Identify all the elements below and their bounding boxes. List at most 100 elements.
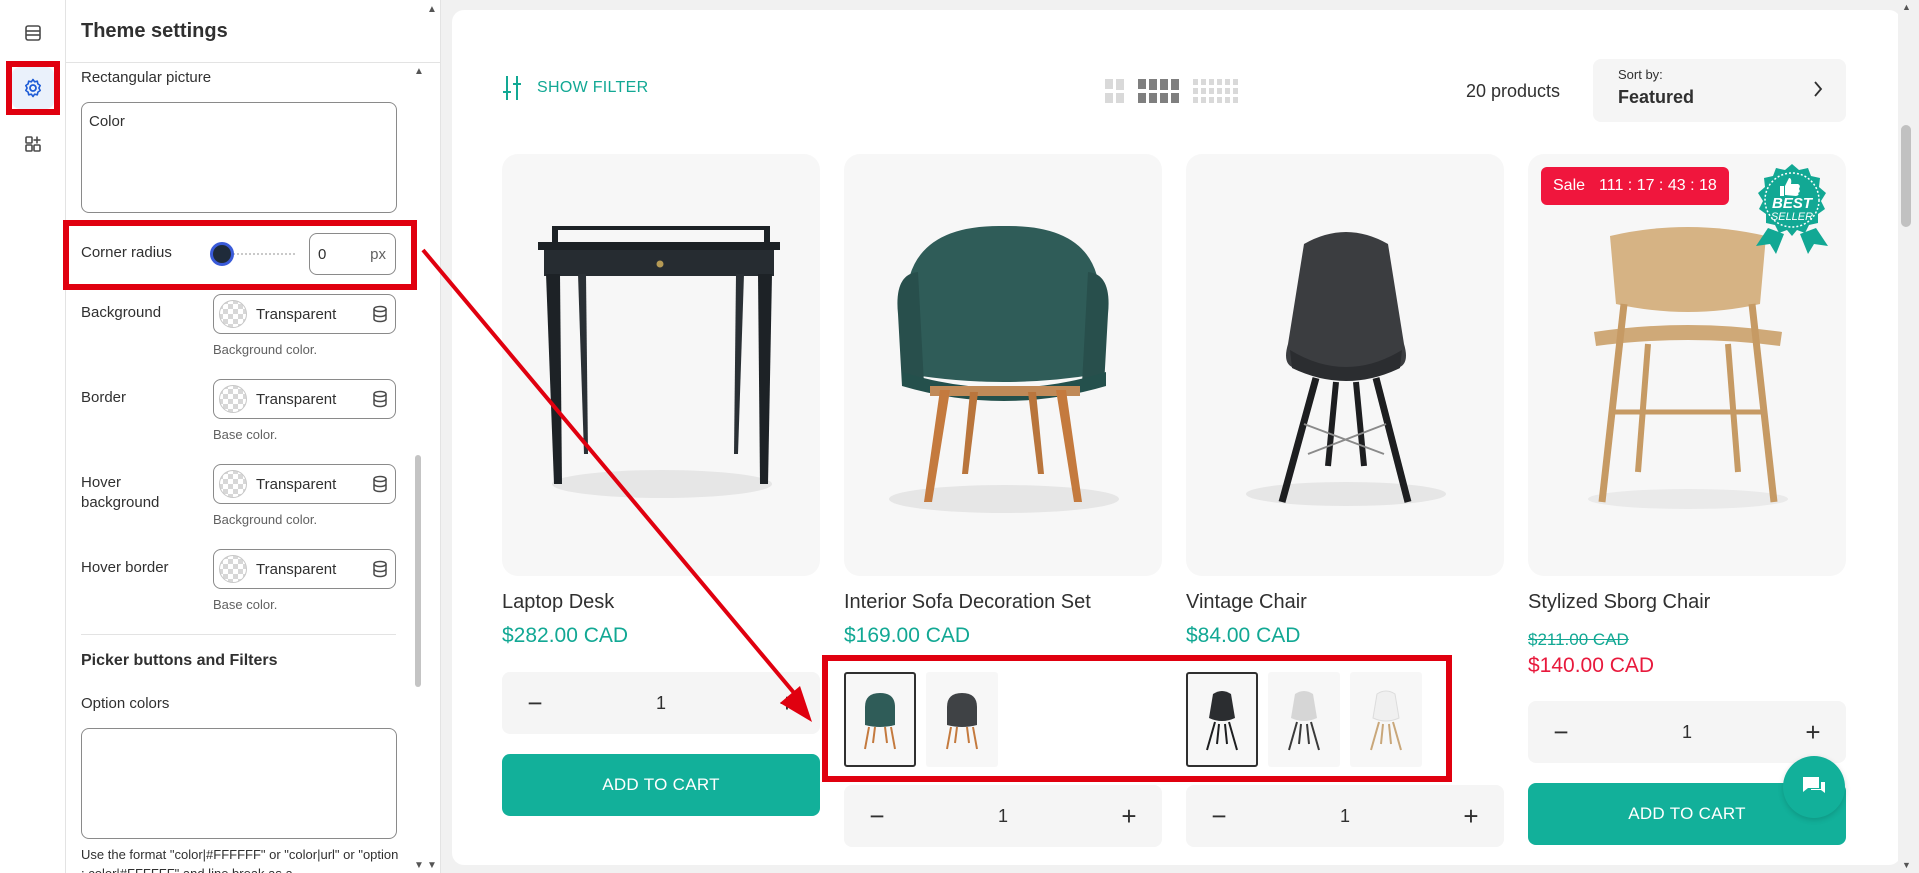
border-help: Base color. [213, 427, 278, 442]
panel-scroll-down-arrow[interactable]: ▼ [427, 860, 437, 871]
product-sale-price: $140.00 CAD [1528, 654, 1655, 677]
hover-border-color-picker[interactable]: Transparent [213, 549, 396, 589]
product-image[interactable] [502, 154, 820, 576]
corner-radius-label: Corner radius [81, 244, 172, 261]
grid-6-columns-icon[interactable] [1193, 79, 1238, 103]
show-filter-label: SHOW FILTER [537, 79, 649, 96]
svg-text:BEST: BEST [1772, 195, 1814, 212]
sections-icon[interactable] [12, 12, 54, 54]
chat-button[interactable] [1783, 756, 1845, 818]
page-title: Theme settings [81, 20, 228, 42]
product-title[interactable]: Vintage Chair [1186, 591, 1307, 614]
product-price: $282.00 CAD [502, 624, 629, 647]
database-icon[interactable] [365, 475, 395, 493]
database-icon[interactable] [365, 390, 395, 408]
sort-dropdown[interactable]: Sort by: Featured [1593, 59, 1846, 122]
hover-background-label: Hover background [81, 474, 160, 511]
quantity-stepper: − 1 + [1528, 701, 1846, 763]
corner-radius-slider-handle[interactable] [210, 242, 234, 266]
section-title: Picker buttons and Filters [81, 652, 278, 669]
plus-icon[interactable]: + [1458, 803, 1484, 829]
background-color-picker[interactable]: Transparent [213, 294, 396, 334]
transparent-swatch-icon [219, 470, 247, 498]
minus-icon[interactable]: − [522, 690, 548, 716]
product-image[interactable]: Sale 111 : 17 : 43 : 18 BEST SELLER [1528, 154, 1846, 576]
minus-icon[interactable]: − [1548, 719, 1574, 745]
variant-swatch-green[interactable] [844, 672, 916, 767]
corner-radius-value: 0 [318, 245, 327, 263]
rect-picture-textarea[interactable]: Color [81, 102, 397, 213]
variant-swatch-white[interactable] [1350, 672, 1422, 767]
quantity-value[interactable]: 1 [998, 806, 1008, 827]
grid-4-columns-icon[interactable] [1138, 79, 1179, 103]
product-card: Vintage Chair $84.00 CAD − 1 + [1186, 154, 1504, 847]
minus-icon[interactable]: − [864, 803, 890, 829]
inner-scrollbar-thumb[interactable] [415, 455, 421, 687]
transparent-swatch-icon [219, 300, 247, 328]
option-colors-help: Use the format "color|#FFFFFF" or "color… [81, 847, 399, 873]
variant-swatch-grey[interactable] [1268, 672, 1340, 767]
product-count: 20 products [1466, 81, 1561, 101]
header-divider [66, 62, 440, 63]
page-scrollbar-thumb[interactable] [1901, 125, 1911, 227]
filter-sliders-icon [503, 76, 521, 100]
grid-2-columns-icon[interactable] [1105, 79, 1124, 103]
sale-badge: Sale 111 : 17 : 43 : 18 [1541, 167, 1729, 205]
border-label: Border [81, 389, 127, 406]
inner-scroll-down-arrow[interactable]: ▼ [414, 860, 424, 871]
plus-icon[interactable]: + [1116, 803, 1142, 829]
vintage-chair-image [1246, 232, 1446, 506]
border-color-picker[interactable]: Transparent [213, 379, 396, 419]
svg-text:SELLER: SELLER [1771, 211, 1813, 223]
background-label: Background [81, 304, 162, 321]
quantity-value[interactable]: 1 [1340, 806, 1350, 827]
sort-value: Featured [1618, 87, 1695, 107]
quantity-stepper: − 1 + [844, 785, 1162, 847]
corner-radius-unit: px [370, 245, 386, 263]
section-divider [81, 634, 396, 635]
armchair-image [889, 225, 1119, 513]
sort-label: Sort by: [1618, 67, 1663, 82]
hover-background-value: Transparent [256, 475, 337, 493]
quantity-value[interactable]: 1 [656, 693, 666, 714]
hover-background-help: Background color. [213, 512, 318, 527]
chat-bubble-icon [1803, 777, 1825, 793]
product-price: $84.00 CAD [1186, 624, 1301, 647]
minus-icon[interactable]: − [1206, 803, 1232, 829]
page-scroll-down-arrow[interactable]: ▼ [1902, 860, 1911, 870]
rect-picture-label: Rectangular picture [81, 69, 212, 86]
hover-border-value: Transparent [256, 560, 337, 578]
database-icon[interactable] [365, 560, 395, 578]
inner-scroll-up-arrow[interactable]: ▲ [414, 66, 424, 77]
product-image[interactable] [1186, 154, 1504, 576]
hover-border-label: Hover border [81, 559, 169, 576]
quantity-value[interactable]: 1 [1682, 722, 1692, 743]
page-scroll-up-arrow[interactable]: ▲ [1902, 2, 1911, 12]
best-seller-badge-icon: BEST SELLER [1756, 164, 1828, 254]
panel-scroll-up-arrow[interactable]: ▲ [427, 4, 437, 15]
plus-icon[interactable]: + [774, 690, 800, 716]
plus-icon[interactable]: + [1800, 719, 1826, 745]
product-title[interactable]: Interior Sofa Decoration Set [844, 591, 1091, 614]
show-filter-button[interactable]: SHOW FILTER [503, 74, 648, 102]
option-colors-textarea[interactable] [81, 728, 397, 839]
product-card: Interior Sofa Decoration Set $169.00 CAD… [844, 154, 1162, 847]
variant-swatch-grey[interactable] [926, 672, 998, 767]
hover-background-color-picker[interactable]: Transparent [213, 464, 396, 504]
background-help: Background color. [213, 342, 318, 357]
database-icon[interactable] [365, 305, 395, 323]
corner-radius-input[interactable]: 0 px [309, 233, 396, 275]
chevron-right-icon [1812, 79, 1824, 104]
add-to-cart-button[interactable]: ADD TO CART [502, 754, 820, 816]
transparent-swatch-icon [219, 555, 247, 583]
background-color-value: Transparent [256, 305, 337, 323]
product-title[interactable]: Stylized Sborg Chair [1528, 591, 1710, 614]
product-compare-price: $211.00 CAD [1528, 630, 1629, 649]
quantity-stepper: − 1 + [502, 672, 820, 734]
variant-swatch-black[interactable] [1186, 672, 1258, 767]
product-image[interactable] [844, 154, 1162, 576]
product-title[interactable]: Laptop Desk [502, 591, 614, 614]
apps-icon[interactable] [12, 123, 54, 165]
theme-settings-gear-icon[interactable] [12, 67, 54, 109]
icon-rail [0, 0, 66, 873]
